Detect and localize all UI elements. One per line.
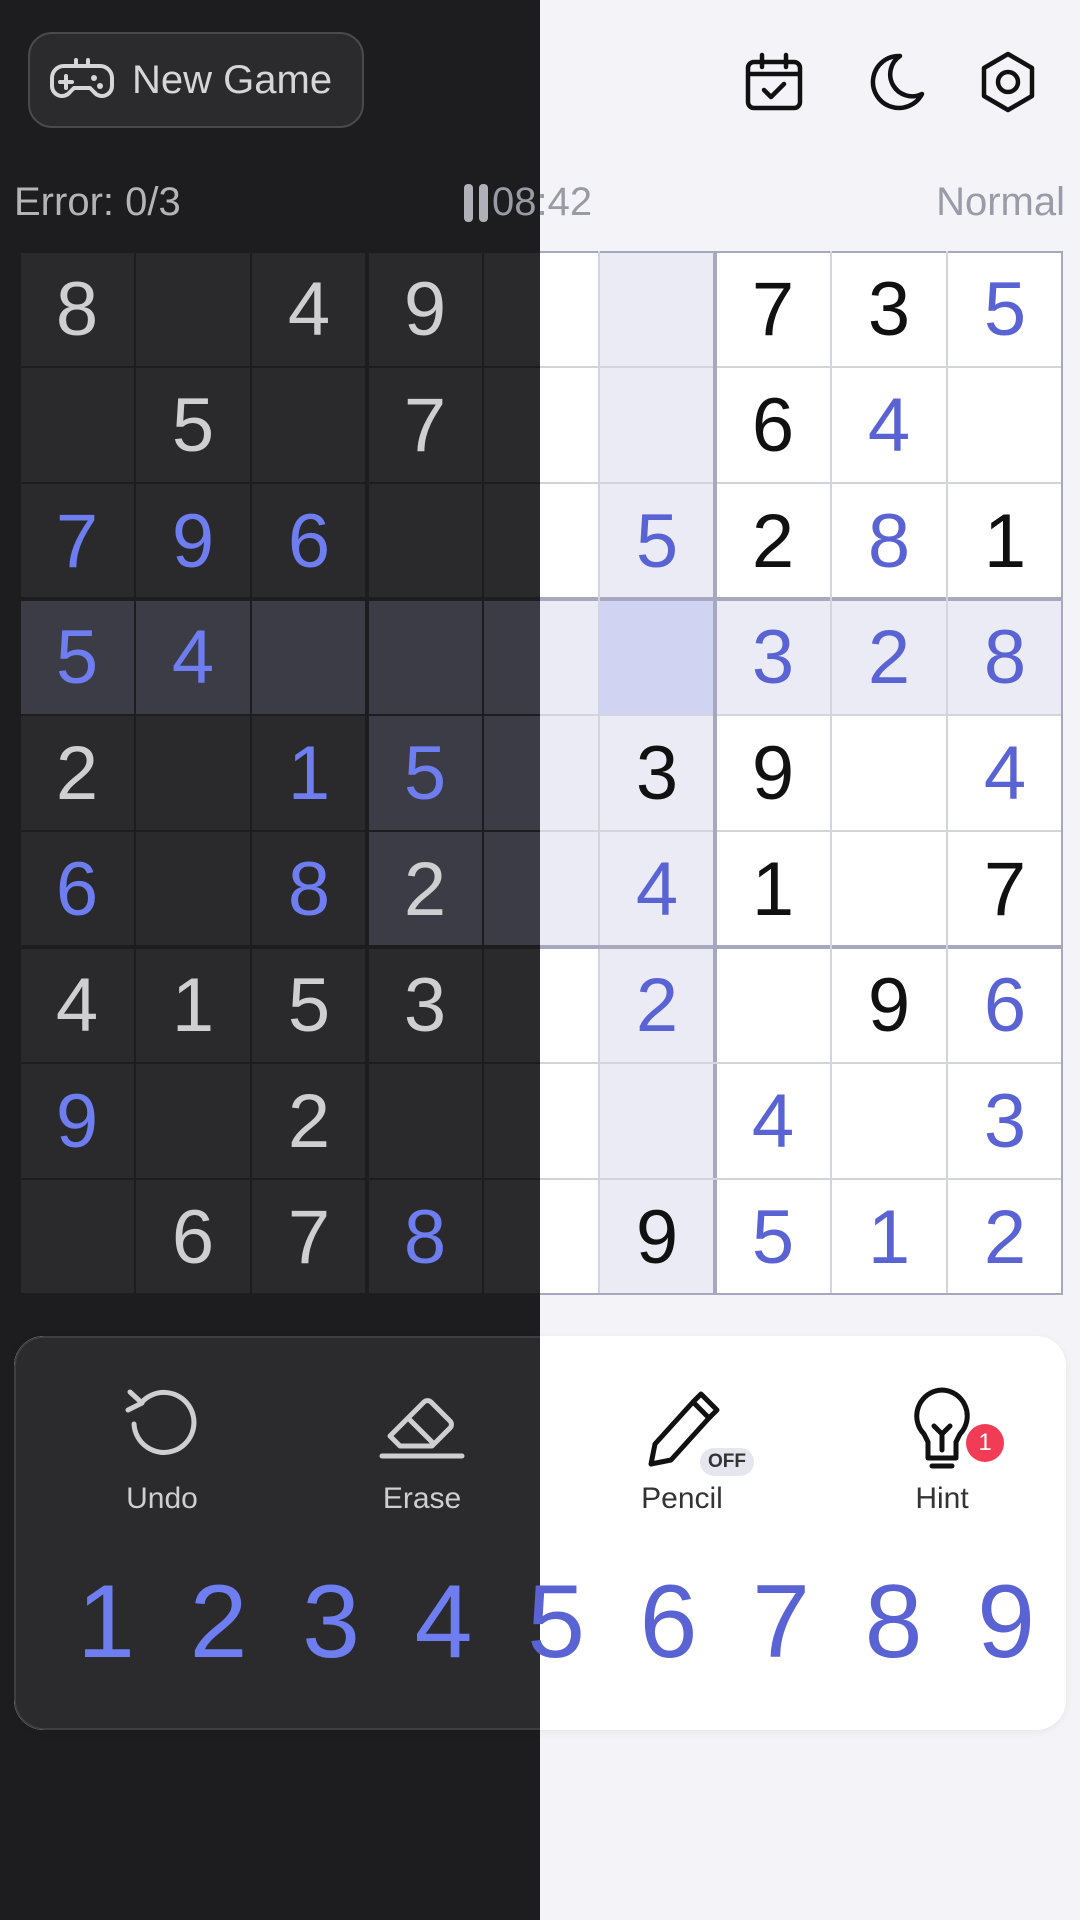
sudoku-board: 8497355764796528154328215394682417415329…	[19, 251, 1063, 1295]
difficulty-label: Normal	[936, 180, 1065, 224]
number-button-6[interactable]: 6	[629, 1570, 709, 1674]
control-panel: Undo Erase OFF Pencil 1 Hint 123456789	[14, 1336, 1066, 1730]
pencil-state-badge: OFF	[700, 1448, 754, 1476]
hint-button[interactable]: 1 Hint	[852, 1382, 1032, 1522]
pause-icon[interactable]	[464, 183, 488, 222]
gamepad-icon	[50, 58, 114, 98]
number-button-3[interactable]: 3	[291, 1570, 371, 1674]
board-grid-lines	[19, 251, 1063, 1295]
settings-icon[interactable]	[976, 50, 1040, 114]
number-button-7[interactable]: 7	[741, 1570, 821, 1674]
pencil-button[interactable]: OFF Pencil	[592, 1382, 772, 1522]
erase-button[interactable]: Erase	[332, 1382, 512, 1522]
undo-icon	[125, 1389, 197, 1455]
number-button-8[interactable]: 8	[854, 1570, 934, 1674]
number-button-1[interactable]: 1	[66, 1570, 146, 1674]
number-button-2[interactable]: 2	[179, 1570, 259, 1674]
new-game-label: New Game	[132, 57, 333, 102]
lightbulb-icon	[914, 1387, 970, 1469]
error-counter: Error: 0/3	[14, 180, 181, 224]
number-button-4[interactable]: 4	[404, 1570, 484, 1674]
hint-label: Hint	[915, 1482, 969, 1515]
timer-value: 08:42	[492, 180, 593, 224]
moon-icon[interactable]	[862, 50, 926, 114]
hint-count-badge: 1	[966, 1424, 1004, 1462]
number-button-9[interactable]: 9	[966, 1570, 1046, 1674]
new-game-button[interactable]: New Game	[28, 32, 364, 128]
undo-button[interactable]: Undo	[72, 1382, 252, 1522]
erase-label: Erase	[382, 1482, 462, 1515]
pencil-label: Pencil	[641, 1482, 723, 1515]
undo-label: Undo	[126, 1482, 198, 1515]
number-button-5[interactable]: 5	[516, 1570, 596, 1674]
eraser-icon	[379, 1398, 465, 1459]
timer: 08:42	[464, 180, 592, 225]
calendar-icon[interactable]	[742, 50, 806, 114]
